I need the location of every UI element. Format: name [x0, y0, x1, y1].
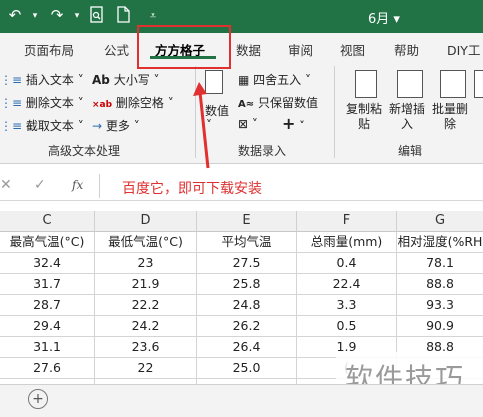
insert-function-icon[interactable]: fx — [72, 178, 83, 192]
column-header-g[interactable]: G — [397, 211, 483, 232]
undo-dropdown-icon[interactable]: ▾ — [26, 11, 44, 31]
sheet-bar: + — [0, 384, 483, 417]
delete-text-icon: ⋮≡ — [0, 96, 23, 110]
header-cell[interactable]: 相对湿度(%RH — [397, 232, 483, 253]
tab-formulas[interactable]: 公式 — [104, 40, 129, 59]
document-title: 6月 ▾ — [368, 12, 400, 27]
header-cell[interactable]: 最低气温(°C) — [95, 232, 197, 253]
add-sheet-icon[interactable]: + — [28, 389, 48, 409]
table-cell[interactable]: 32.4 — [0, 253, 95, 274]
round-button[interactable]: ▦ 四舍五入 ˅ — [238, 71, 311, 88]
copy-paste-icon — [355, 70, 377, 98]
header-cell[interactable]: 总雨量(mm) — [297, 232, 397, 253]
table-cell[interactable]: 93.3 — [397, 295, 483, 316]
table-cell[interactable]: 23.6 — [95, 337, 197, 358]
table-cell[interactable]: 21.9 — [95, 274, 197, 295]
table-cell[interactable]: 0.4 — [297, 253, 397, 274]
title-bar: ↶ ▾ ↷ ▾ ⩡ 6月 ▾ — [0, 0, 483, 33]
remove-spaces-button[interactable]: ×ab 删除空格 ˅ — [92, 94, 174, 111]
table-cell[interactable]: 3.3 — [297, 295, 397, 316]
table-cell[interactable]: 90.9 — [397, 316, 483, 337]
table-cell[interactable]: 23 — [95, 253, 197, 274]
insert-text-icon: ⋮≡ — [0, 73, 23, 87]
keep-values-icon: A≈ — [238, 99, 255, 110]
redo-dropdown-icon[interactable]: ▾ — [68, 11, 86, 31]
case-icon: Ab — [92, 73, 110, 87]
column-header-f[interactable]: F — [297, 211, 397, 232]
edit-cells-icon: ⊠ — [238, 117, 249, 131]
table-cell[interactable]: 22.2 — [95, 295, 197, 316]
table-cell[interactable]: 31.1 — [0, 337, 95, 358]
annotation-text: 百度它，即可下载安装 — [122, 181, 262, 197]
annotation-arrow — [193, 82, 210, 169]
table-cell[interactable]: 27.5 — [197, 253, 297, 274]
tab-help[interactable]: 帮助 — [394, 40, 419, 59]
table-cell[interactable]: 88.8 — [397, 274, 483, 295]
edit-cells-button[interactable]: ⊠ ˅ — [238, 117, 258, 131]
column-header-d[interactable]: D — [95, 211, 197, 232]
plus-icon: + — [282, 114, 296, 133]
tab-data[interactable]: 数据 — [236, 40, 261, 59]
extract-text-button[interactable]: ⋮≡ 截取文本 ˅ — [0, 117, 84, 134]
add-insert-button[interactable]: 新增插 入 — [389, 102, 425, 132]
insert-text-button[interactable]: ⋮≡ 插入文本 ˅ — [0, 71, 84, 88]
tab-review[interactable]: 审阅 — [288, 40, 313, 59]
extract-text-icon: ⋮≡ — [0, 119, 23, 133]
keep-values-button[interactable]: A≈ 只保留数值 — [238, 94, 318, 111]
formula-divider — [99, 174, 100, 198]
table-cell[interactable]: 0.5 — [297, 316, 397, 337]
new-document-icon[interactable] — [114, 6, 132, 26]
case-button[interactable]: Ab 大小写 ˅ — [92, 71, 160, 88]
table-cell[interactable]: 31.7 — [0, 274, 95, 295]
table-cell[interactable]: 78.1 — [397, 253, 483, 274]
highlight-box — [137, 25, 231, 69]
table-cell[interactable]: 24.2 — [95, 316, 197, 337]
redo-icon[interactable]: ↷ — [48, 6, 66, 26]
table-cell[interactable]: 25.8 — [197, 274, 297, 295]
table-cell[interactable]: 26.2 — [197, 316, 297, 337]
add-button[interactable]: + ˅ — [282, 114, 305, 133]
table-cell[interactable]: 22.4 — [297, 274, 397, 295]
insert-rows-icon — [397, 70, 423, 98]
table-cell[interactable]: 26.4 — [197, 337, 297, 358]
delete-text-button[interactable]: ⋮≡ 删除文本 ˅ — [0, 94, 84, 111]
grid-icon: ▦ — [238, 73, 250, 87]
column-header-c[interactable]: C — [0, 211, 95, 232]
copy-paste-button[interactable]: 复制粘 贴 — [346, 102, 382, 132]
header-cell[interactable]: 平均气温 — [197, 232, 297, 253]
table-cell[interactable]: 22 — [95, 358, 197, 379]
tab-diy-tools[interactable]: DIY工 — [447, 40, 480, 59]
group-label-data-entry: 数据录入 — [238, 144, 287, 158]
group-label-text: 高级文本处理 — [48, 144, 121, 158]
print-preview-icon[interactable] — [88, 6, 106, 26]
tab-view[interactable]: 视图 — [340, 40, 365, 59]
group-separator — [334, 66, 335, 158]
table-cell[interactable]: 28.7 — [0, 295, 95, 316]
batch-delete-button[interactable]: 批量删 除 — [432, 102, 468, 132]
enter-icon[interactable]: ✓ — [34, 177, 46, 193]
tab-page-layout[interactable]: 页面布局 — [24, 40, 74, 59]
group-label-edit: 编辑 — [398, 144, 423, 158]
more-button[interactable]: → 更多 ˅ — [92, 117, 140, 134]
undo-icon[interactable]: ↶ — [6, 6, 24, 26]
cancel-icon[interactable]: ✕ — [0, 177, 12, 193]
table-cell[interactable]: 24.8 — [197, 295, 297, 316]
table-cell[interactable]: 27.6 — [0, 358, 95, 379]
more-tools-icon — [474, 70, 483, 98]
table-cell[interactable]: 25.0 — [197, 358, 297, 379]
header-cell[interactable]: 最高气温(°C) — [0, 232, 95, 253]
remove-spaces-icon: ×ab — [92, 100, 113, 110]
table-cell[interactable]: 29.4 — [0, 316, 95, 337]
arrow-right-icon: → — [92, 119, 103, 133]
column-header-e[interactable]: E — [197, 211, 297, 232]
formula-bar: ✕ ✓ fx 百度它，即可下载安装 — [0, 172, 483, 201]
ribbon-tabs: 页面布局 公式 方方格子 数据 审阅 视图 帮助 DIY工 — [0, 33, 483, 61]
delete-rows-icon — [440, 70, 466, 98]
